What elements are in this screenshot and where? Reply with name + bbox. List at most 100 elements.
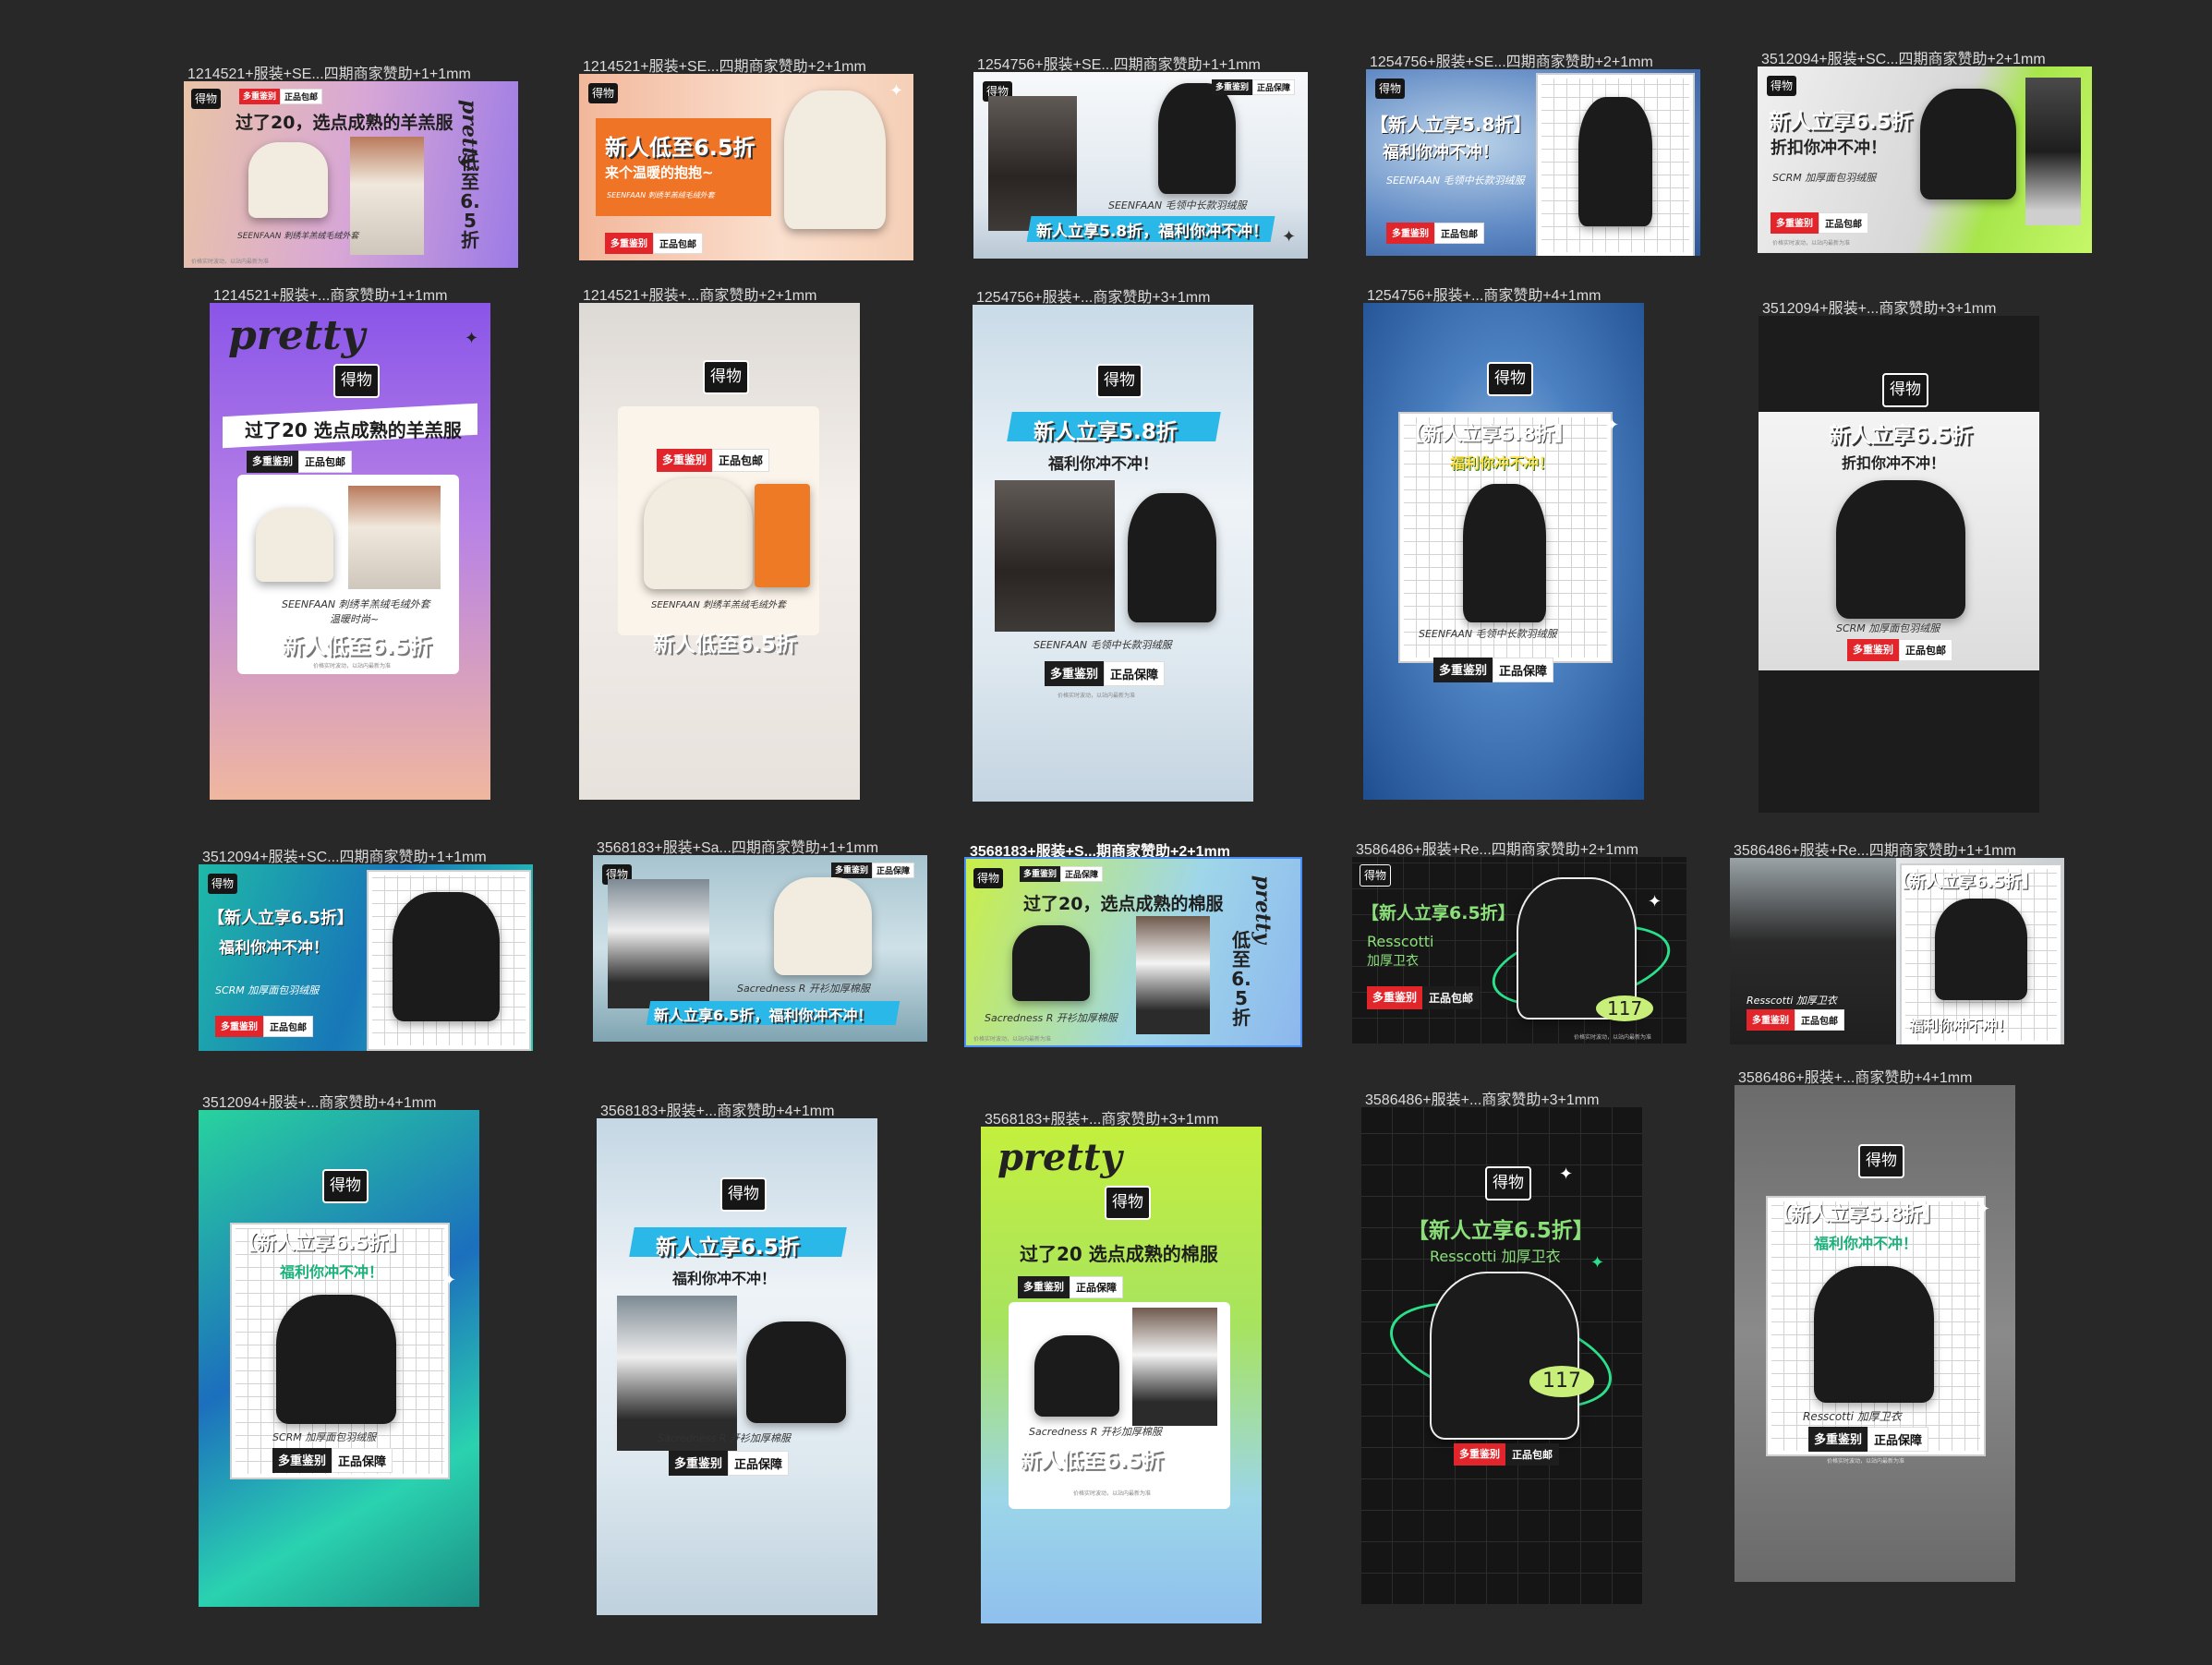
padded-jacket-image (746, 1321, 846, 1423)
artboard-3512094-landscape-2[interactable]: 3512094+服装+SC...四期商家赞助+2+1mm 得物 新人立享6.5折… (1758, 52, 2092, 253)
puffer-jacket-image (393, 892, 500, 1021)
artboard-label[interactable]: 1254756+服装+SE...四期商家赞助+1+1mm (977, 52, 1261, 74)
multi-check-badge: 多重鉴别 (1433, 658, 1493, 682)
artboard-1214521-landscape-2[interactable]: 1214521+服装+SE...四期商家赞助+2+1mm 得物 新人低至6.5折… (579, 59, 913, 260)
product-name: SCRM 加厚面包羽绒服 (1836, 622, 1940, 634)
badge-group: 多重鉴别 正品保障 (1018, 1276, 1123, 1298)
artboard-label[interactable]: 3586486+服装+Re...四期商家赞助+2+1mm (1356, 837, 1638, 859)
artboard-label[interactable]: 3568183+服装+Sa...四期商家赞助+1+1mm (597, 835, 878, 857)
dewu-logo: 得物 (1360, 864, 1392, 887)
artboard-frame: 得物 【新人立享5.8折】 福利你冲不冲！ SEENFAAN 毛领中长款羽绒服 … (1363, 303, 1644, 800)
model-photo (608, 879, 709, 1008)
model-photo (1136, 916, 1210, 1034)
artboard-3586486-vertical-3[interactable]: 3586486+服装+...商家赞助+3+1mm 得物 【新人立享6.5折】 R… (1361, 1092, 1642, 1604)
free-ship-badge: 正品包邮 (1434, 223, 1484, 244)
model-photo (995, 480, 1115, 632)
artboard-frame: 得物 【新人立享6.5折】 福利你冲不冲！ SCRM 加厚面包羽绒服 多重鉴别 … (199, 864, 533, 1051)
product-name: SEENFAAN 毛领中长款羽绒服 (1033, 639, 1172, 651)
sparkle-icon: ✦ (442, 1271, 457, 1290)
dewu-logo: 得物 (1487, 362, 1533, 396)
artboard-label[interactable]: 3586486+服装+...商家赞助+4+1mm (1738, 1065, 1972, 1087)
pretty-logo: pretty (228, 312, 366, 359)
multi-check-badge: 多重鉴别 (1212, 79, 1253, 95)
model-photo (617, 1296, 737, 1451)
disclaimer: 价格实时波动，以站内最新为准 (1772, 240, 1851, 247)
padded-jacket-image (1034, 1335, 1119, 1417)
dewu-logo: 得物 (1105, 1186, 1151, 1220)
multi-check-badge: 多重鉴别 (605, 233, 653, 254)
multi-check-badge: 多重鉴别 (1771, 212, 1819, 234)
artboard-1254756-landscape-1[interactable]: 1254756+服装+SE...四期商家赞助+1+1mm 得物 多重鉴别 正品保… (973, 57, 1308, 259)
multi-check-badge: 多重鉴别 (1020, 866, 1061, 882)
artboard-label[interactable]: 1254756+服装+...商家赞助+4+1mm (1367, 283, 1601, 305)
artboard-3512094-landscape-1[interactable]: 3512094+服装+SC...四期商家赞助+1+1mm 得物 【新人立享6.5… (199, 850, 533, 1051)
free-ship-badge: 正品包邮 (263, 1016, 313, 1037)
badge-group: 多重鉴别 正品包邮 (605, 233, 703, 254)
artboard-1214521-landscape-1[interactable]: 1214521+服装+SE...四期商家赞助+1+1mm 得物 多重鉴别 正品包… (184, 66, 518, 268)
artboard-3568183-vertical-4[interactable]: 3568183+服装+...商家赞助+4+1mm 得物 新人立享6.5折 福利你… (597, 1104, 877, 1615)
badge-group: 多重鉴别 正品保障 (831, 863, 915, 878)
headline: 新人立享6.5折 (1829, 424, 1973, 448)
artboard-label[interactable]: 3568183+服装+...商家赞助+3+1mm (985, 1106, 1218, 1128)
artboard-label[interactable]: 3586486+服装+...商家赞助+3+1mm (1365, 1087, 1599, 1109)
artboard-label[interactable]: 1214521+服装+SE...四期商家赞助+2+1mm (583, 54, 866, 76)
multi-check-badge: 多重鉴别 (669, 1451, 729, 1476)
badge-group: 多重鉴别 正品包邮 (1771, 212, 1868, 234)
artboard-3586486-landscape-1[interactable]: 3586486+服装+Re...四期商家赞助+1+1mm 得物 【新人立享6.5… (1730, 843, 2064, 1044)
subheadline: 福利你冲不冲！ (1814, 1235, 1918, 1252)
disclaimer: 价格实时波动，以站内最新为准 (1073, 1490, 1152, 1497)
headline: 过了20，选点成熟的棉服 (1023, 894, 1224, 914)
artboard-3568183-landscape-1[interactable]: 3568183+服装+Sa...四期商家赞助+1+1mm 得物 多重鉴别 正品保… (593, 840, 927, 1042)
artboard-1214521-vertical-2[interactable]: 1214521+服装+...商家赞助+2+1mm 得物 多重鉴别 正品包邮 SE… (579, 288, 860, 800)
multi-check-badge: 多重鉴别 (1808, 1427, 1868, 1452)
product-name: SEENFAAN 毛领中长款羽绒服 (1108, 199, 1247, 211)
guarantee-badge: 正品保障 (1868, 1427, 1929, 1452)
dewu-logo: 得物 (1767, 76, 1797, 96)
artboard-label[interactable]: 3568183+服装+S...期商家赞助+2+1mm (970, 839, 1230, 861)
sparkle-icon: ✦ (1590, 1253, 1605, 1273)
artboard-3586486-landscape-2[interactable]: 3586486+服装+Re...四期商家赞助+2+1mm 得物 【新人立享6.5… (1352, 842, 1686, 1044)
artboard-label[interactable]: 3586486+服装+Re...四期商家赞助+1+1mm (1734, 838, 2016, 860)
guarantee-badge: 正品保障 (728, 1451, 790, 1476)
artboard-label[interactable]: 1214521+服装+...商家赞助+2+1mm (583, 283, 816, 305)
artboard-3586486-vertical-4[interactable]: 3586486+服装+...商家赞助+4+1mm 得物 【新人立享5.8折】 福… (1735, 1070, 2015, 1582)
artboard-3568183-landscape-2[interactable]: 3568183+服装+S...期商家赞助+2+1mm 多重鉴别 正品保障 得物 … (964, 844, 1302, 1047)
down-coat-image (1158, 83, 1236, 194)
product-name: SCRM 加厚面包羽绒服 (272, 1431, 377, 1443)
multi-check-badge: 多重鉴别 (247, 451, 298, 473)
artboard-1254756-vertical-4[interactable]: 1254756+服装+...商家赞助+4+1mm 得物 【新人立享5.8折】 福… (1363, 288, 1644, 800)
down-coat-image (1463, 484, 1546, 622)
product-name: SEENFAAN 刺绣羊羔绒毛绒外套 (282, 598, 430, 610)
artboard-1254756-landscape-2[interactable]: 1254756+服装+SE...四期商家赞助+2+1mm 得物 【新人立享5.8… (1366, 54, 1700, 256)
product-name: SEENFAAN 刺绣羊羔绒毛绒外套 (651, 600, 786, 610)
artboard-label[interactable]: 3568183+服装+...商家赞助+4+1mm (600, 1098, 834, 1120)
artboard-3512094-vertical-4[interactable]: 3512094+服装+...商家赞助+4+1mm 得物 【新人立享6.5折】 福… (199, 1095, 479, 1607)
badge-group: 多重鉴别 正品包邮 (1847, 639, 1952, 661)
headline: 【新人立享6.5折】 (237, 1232, 408, 1254)
artboard-label[interactable]: 3512094+服装+...商家赞助+4+1mm (202, 1090, 436, 1112)
badge-group: 多重鉴别 正品包邮 (1367, 986, 1481, 1009)
dewu-logo: 得物 (1485, 1166, 1531, 1200)
artboard-1214521-vertical-1[interactable]: 1214521+服装+...商家赞助+1+1mm pretty 得物 过了20 … (210, 288, 490, 800)
artboard-3512094-vertical-3[interactable]: 3512094+服装+...商家赞助+3+1mm 得物 新人立享6.5折 折扣你… (1759, 301, 2039, 813)
badge-group: 多重鉴别 正品包邮 (1386, 223, 1484, 244)
artboard-label[interactable]: 1254756+服装+SE...四期商家赞助+2+1mm (1370, 49, 1653, 71)
artboard-label[interactable]: 1254756+服装+...商家赞助+3+1mm (976, 284, 1210, 307)
artboard-3568183-vertical-3[interactable]: 3568183+服装+...商家赞助+3+1mm pretty 得物 过了20 … (981, 1112, 1262, 1623)
pretty-logo: pretty (1251, 875, 1275, 945)
free-ship-badge: 正品包邮 (1505, 1443, 1559, 1466)
product-name: SCRM 加厚面包羽绒服 (1772, 172, 1877, 184)
artboard-label[interactable]: 3512094+服装+SC...四期商家赞助+1+1mm (202, 844, 487, 866)
badge-group: 多重鉴别 正品包邮 (247, 451, 352, 473)
artboard-label[interactable]: 3512094+服装+...商家赞助+3+1mm (1762, 296, 1996, 318)
artboard-frame: 得物 新人低至6.5折 来个温暖的抱抱~ SEENFAAN 刺绣羊羔绒毛绒外套 … (579, 74, 913, 260)
artboard-1254756-vertical-3[interactable]: 1254756+服装+...商家赞助+3+1mm 得物 新人立享5.8折 福利你… (973, 290, 1253, 802)
free-ship-badge: 正品包邮 (1422, 986, 1481, 1009)
artboard-frame: 得物 新人立享6.5折 折扣你冲不冲！ SCRM 加厚面包羽绒服 多重鉴别 正品… (1759, 316, 2039, 813)
badge-group: 多重鉴别 正品包邮 (215, 1016, 313, 1037)
artboard-label[interactable]: 1214521+服装+...商家赞助+1+1mm (213, 283, 447, 305)
headline: 新人立享5.8折，福利你冲不冲！ (1036, 223, 1269, 241)
artboard-label[interactable]: 3512094+服装+SC...四期商家赞助+2+1mm (1761, 46, 2046, 68)
artboard-label[interactable]: 1214521+服装+SE...四期商家赞助+1+1mm (187, 61, 471, 83)
sparkle-icon: ✦ (889, 81, 904, 101)
